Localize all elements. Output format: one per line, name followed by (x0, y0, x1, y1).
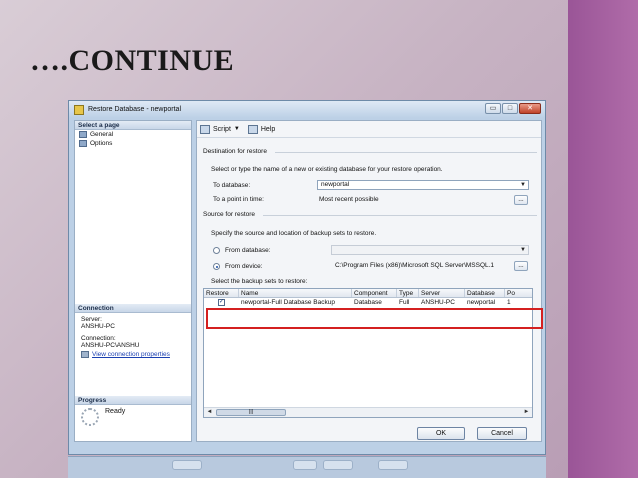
scroll-left-icon[interactable]: ◄ (205, 408, 214, 417)
script-label: Script (213, 125, 231, 133)
view-connection-properties-link[interactable]: View connection properties (75, 351, 191, 358)
column-header[interactable]: Type (397, 289, 419, 297)
database-cell: newportal (467, 299, 496, 306)
table-row[interactable]: ✓ newportal-Full Database Backup Databas… (204, 298, 532, 308)
help-label: Help (260, 125, 276, 133)
window-controls: ▭ □ ✕ (485, 103, 541, 114)
table-header: Restore Name Component Type Server Datab… (204, 289, 532, 298)
slide-accent-band (568, 0, 638, 478)
connection-value: ANSHU-PC\ANSHU (81, 342, 140, 349)
connection-label: Connection: (81, 335, 116, 342)
left-pane: Select a page General Options Connection… (74, 120, 192, 442)
taskbar-item[interactable] (293, 460, 317, 470)
page-icon (79, 131, 87, 138)
from-device-label: From device: (225, 263, 263, 270)
restore-checkbox[interactable]: ✓ (218, 299, 225, 306)
properties-icon (81, 351, 89, 358)
page-item-label: General (90, 131, 114, 138)
window-titlebar[interactable]: Restore Database - newportal ▭ □ ✕ (69, 101, 545, 118)
to-database-label: To database: (213, 182, 251, 189)
source-header: Source for restore (203, 211, 256, 218)
page-icon (79, 140, 87, 147)
script-icon (200, 124, 210, 134)
chevron-down-icon: ▼ (520, 247, 526, 253)
type-cell: Full (399, 299, 410, 306)
server-value: ANSHU-PC (81, 323, 115, 330)
taskbar-item[interactable] (172, 460, 202, 470)
from-database-label: From database: (225, 247, 271, 254)
name-cell: newportal-Full Database Backup (241, 299, 335, 306)
progress-section: Progress Ready (75, 396, 191, 426)
database-icon (74, 104, 84, 115)
horizontal-scrollbar[interactable]: ◄ ||| ► (204, 407, 532, 417)
section-divider (275, 152, 537, 153)
progress-header: Progress (75, 396, 191, 405)
page-item-general[interactable]: General (75, 130, 191, 139)
scroll-right-icon[interactable]: ► (522, 408, 531, 417)
progress-status: Ready (105, 408, 126, 415)
maximize-button[interactable]: □ (502, 103, 518, 114)
from-device-radio[interactable] (213, 263, 220, 270)
point-in-time-label: To a point in time: (213, 196, 264, 203)
backup-sets-label: Select the backup sets to restore: (211, 278, 308, 285)
progress-status-row: Ready (75, 408, 191, 426)
toolbar: Script ▼ Help (197, 121, 541, 138)
point-in-time-browse-button[interactable]: ... (514, 195, 528, 205)
column-header[interactable]: Po (505, 289, 532, 297)
scrollbar-thumb[interactable]: ||| (216, 409, 286, 416)
progress-spinner-icon (81, 408, 99, 426)
script-button[interactable]: Script ▼ (200, 124, 240, 134)
minimize-button[interactable]: ▭ (485, 103, 501, 114)
to-database-value: newportal (321, 181, 350, 188)
destination-instruction: Select or type the name of a new or exis… (211, 166, 443, 173)
close-button[interactable]: ✕ (519, 103, 541, 114)
column-header[interactable]: Restore (204, 289, 239, 297)
from-database-combobox[interactable]: ▼ (331, 245, 529, 255)
point-in-time-value: Most recent possible (319, 196, 379, 203)
to-database-combobox[interactable]: newportal ▼ (317, 180, 529, 190)
taskbar-item[interactable] (323, 460, 353, 470)
position-cell: 1 (507, 299, 511, 306)
connection-section: Connection Server: ANSHU-PC Connection: … (75, 304, 191, 358)
page-item-label: Options (90, 140, 113, 147)
server-cell: ANSHU-PC (421, 299, 455, 306)
red-highlight-box (206, 308, 543, 329)
from-device-path: C:\Program Files (x86)\Microsoft SQL Ser… (335, 262, 495, 269)
chevron-down-icon: ▼ (233, 126, 240, 132)
help-button[interactable]: Help (247, 124, 276, 134)
column-header[interactable]: Component (352, 289, 397, 297)
select-page-header: Select a page (75, 121, 191, 130)
page-item-options[interactable]: Options (75, 139, 191, 148)
source-instruction: Specify the source and location of backu… (211, 230, 377, 237)
from-database-radio[interactable] (213, 247, 220, 254)
restore-cell: ✓ (204, 298, 239, 308)
slide-title: ….CONTINUE (30, 44, 235, 77)
window-title: Restore Database - newportal (88, 106, 181, 113)
column-header[interactable]: Server (419, 289, 465, 297)
section-divider (263, 215, 537, 216)
cancel-button[interactable]: Cancel (477, 427, 527, 440)
taskbar-item[interactable] (378, 460, 408, 470)
help-icon (247, 124, 258, 134)
ok-button[interactable]: OK (417, 427, 465, 440)
restore-database-window: Restore Database - newportal ▭ □ ✕ Selec… (68, 100, 546, 455)
column-header[interactable]: Database (465, 289, 505, 297)
destination-header: Destination for restore (203, 148, 267, 155)
connection-header: Connection (75, 304, 191, 313)
view-connection-link-text: View connection properties (92, 351, 170, 358)
component-cell: Database (354, 299, 382, 306)
taskbar (68, 456, 546, 478)
column-header[interactable]: Name (239, 289, 352, 297)
right-pane: Script ▼ Help Destination for restore Se… (196, 120, 542, 442)
server-label: Server: (81, 316, 102, 323)
from-device-browse-button[interactable]: ... (514, 261, 528, 271)
chevron-down-icon: ▼ (520, 182, 526, 188)
